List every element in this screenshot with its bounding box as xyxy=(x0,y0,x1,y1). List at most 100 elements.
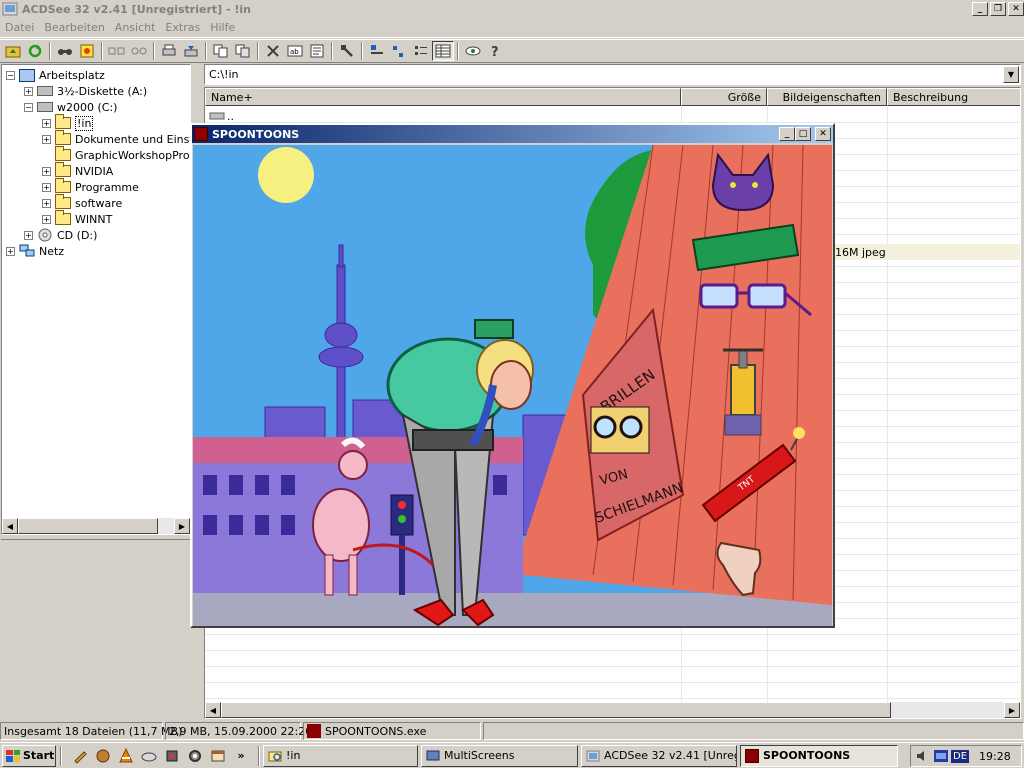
scroll-thumb[interactable] xyxy=(18,518,158,534)
menu-ansicht[interactable]: Ansicht xyxy=(110,21,161,34)
tree-item-in[interactable]: + !in xyxy=(42,114,94,131)
rename-icon[interactable]: ab xyxy=(284,41,306,61)
scroll-right-icon[interactable]: ▶ xyxy=(174,518,190,534)
minimize-button[interactable]: _ xyxy=(972,2,988,16)
folder-tree[interactable]: − Arbeitsplatz + 3½-Diskette (A:) − w200… xyxy=(1,64,204,535)
list-icon[interactable] xyxy=(410,41,432,61)
expand-icon[interactable]: + xyxy=(42,166,51,176)
floppy-icon xyxy=(37,86,53,96)
ql-window-icon[interactable] xyxy=(209,747,227,765)
expand-icon[interactable]: + xyxy=(42,214,51,224)
view-icon[interactable] xyxy=(462,41,484,61)
expand-icon[interactable]: + xyxy=(42,182,51,192)
column-header-description[interactable]: Beschreibung xyxy=(887,88,1020,106)
details-icon[interactable] xyxy=(432,41,454,61)
tree-item-floppy[interactable]: + 3½-Diskette (A:) xyxy=(24,83,147,99)
column-header-size[interactable]: Größe xyxy=(681,88,767,106)
list-horizontal-scrollbar[interactable]: ◀ ▶ xyxy=(205,702,1020,718)
row-line xyxy=(205,634,1020,635)
taskbar-task-acdsee[interactable]: ACDSee 32 v2.41 [Unreg... xyxy=(581,744,737,767)
tree-item-label: CD (D:) xyxy=(57,228,98,242)
spoontoons-title-bar[interactable]: SPOONTOONS _ □ ✕ xyxy=(192,125,833,143)
maximize-button[interactable]: □ xyxy=(795,127,811,141)
tray-clock[interactable]: 19:28 xyxy=(979,750,1011,763)
large-icons-icon[interactable] xyxy=(366,41,388,61)
expand-icon[interactable]: + xyxy=(42,134,51,144)
tools-icon[interactable] xyxy=(336,41,358,61)
taskbar-task-in[interactable]: !in xyxy=(263,744,418,767)
tree-item-cd[interactable]: + CD (D:) xyxy=(24,227,97,243)
scroll-left-icon[interactable]: ◀ xyxy=(205,702,221,718)
help-icon[interactable]: ? xyxy=(484,41,506,61)
scroll-thumb[interactable] xyxy=(221,702,891,718)
expand-icon[interactable]: + xyxy=(24,230,33,240)
tree-item-programme[interactable]: + Programme xyxy=(42,178,139,195)
folder-up-icon[interactable] xyxy=(2,41,24,61)
menu-bar: Datei Bearbeiten Ansicht Extras Hilfe xyxy=(0,18,1024,38)
expand-icon[interactable]: + xyxy=(24,86,33,96)
tree-item-nvidia[interactable]: + NVIDIA xyxy=(42,162,113,179)
menu-hilfe[interactable]: Hilfe xyxy=(205,21,240,34)
ql-chip-icon[interactable] xyxy=(163,747,181,765)
scroll-track[interactable] xyxy=(891,702,1004,718)
minimize-button[interactable]: _ xyxy=(779,127,795,141)
menu-datei[interactable]: Datei xyxy=(0,21,39,34)
tree-item-winnt[interactable]: + WINNT xyxy=(42,210,112,227)
tree-item-arbeitsplatz[interactable]: − Arbeitsplatz xyxy=(6,67,105,83)
toolbar-separator xyxy=(101,42,103,60)
scroll-left-icon[interactable]: ◀ xyxy=(2,518,18,534)
tree-item-graphicworkshop[interactable]: GraphicWorkshopProfe xyxy=(55,146,200,163)
star-icon[interactable] xyxy=(76,41,98,61)
acquire-icon[interactable] xyxy=(180,41,202,61)
drive-icon xyxy=(37,102,53,112)
ql-more-icon[interactable]: » xyxy=(232,747,250,765)
ql-pen-icon[interactable] xyxy=(71,747,89,765)
print-icon[interactable] xyxy=(158,41,180,61)
expand-icon[interactable]: + xyxy=(42,198,51,208)
start-button[interactable]: Start xyxy=(2,744,56,767)
taskbar-task-multiscreens[interactable]: MultiScreens xyxy=(421,744,578,767)
ql-cloud-icon[interactable] xyxy=(140,747,158,765)
volume-icon[interactable] xyxy=(915,749,929,763)
column-header-properties[interactable]: Bildeigenschaften xyxy=(767,88,887,106)
maximize-button[interactable]: ❐ xyxy=(990,2,1006,16)
scroll-track[interactable] xyxy=(158,518,174,534)
taskbar-task-spoontoons[interactable]: SPOONTOONS xyxy=(740,744,898,767)
toolbar-separator xyxy=(331,42,333,60)
expand-icon[interactable]: + xyxy=(6,246,15,256)
collapse-icon[interactable]: − xyxy=(6,70,15,80)
column-header-name[interactable]: Name+ xyxy=(205,88,681,106)
refresh-icon[interactable] xyxy=(24,41,46,61)
close-button[interactable]: ✕ xyxy=(1008,2,1024,16)
main-title-bar[interactable]: ACDSee 32 v2.41 [Unregistriert] - !in _ … xyxy=(0,0,1024,18)
spoontoons-window[interactable]: SPOONTOONS _ □ ✕ BRILLEN VON SCHIELMANN … xyxy=(190,123,835,628)
ql-gear-icon[interactable] xyxy=(186,747,204,765)
tree-item-software[interactable]: + software xyxy=(42,194,122,211)
list-item[interactable]: .. xyxy=(205,108,1020,124)
tree-horizontal-scrollbar[interactable]: ◀ ▶ xyxy=(2,518,190,534)
expand-icon[interactable]: + xyxy=(42,118,51,128)
tree-item-netz[interactable]: + Netz xyxy=(6,243,64,259)
ql-vlc-icon[interactable] xyxy=(117,747,135,765)
copy-icon[interactable] xyxy=(210,41,232,61)
next-icon[interactable] xyxy=(128,41,150,61)
menu-bearbeiten[interactable]: Bearbeiten xyxy=(39,21,109,34)
path-combobox[interactable]: C:\!in ▼ xyxy=(204,64,1021,85)
tray-app-icon[interactable] xyxy=(933,749,949,763)
close-button[interactable]: ✕ xyxy=(815,127,831,141)
menu-extras[interactable]: Extras xyxy=(160,21,205,34)
tree-item-dokumente[interactable]: + Dokumente und Einstel xyxy=(42,130,204,147)
collapse-icon[interactable]: − xyxy=(24,102,33,112)
ql-tool-icon[interactable] xyxy=(94,747,112,765)
move-icon[interactable] xyxy=(232,41,254,61)
status-bar: Insgesamt 18 Dateien (11,7 MB) 2,9 MB, 1… xyxy=(0,721,1024,741)
tree-item-drive-c[interactable]: − w2000 (C:) xyxy=(24,99,117,115)
previous-icon[interactable] xyxy=(106,41,128,61)
delete-icon[interactable] xyxy=(262,41,284,61)
find-icon[interactable] xyxy=(54,41,76,61)
small-icons-icon[interactable] xyxy=(388,41,410,61)
chevron-down-icon[interactable]: ▼ xyxy=(1003,66,1019,83)
language-indicator[interactable]: DE xyxy=(951,749,970,763)
scroll-right-icon[interactable]: ▶ xyxy=(1004,702,1020,718)
properties-icon[interactable] xyxy=(306,41,328,61)
